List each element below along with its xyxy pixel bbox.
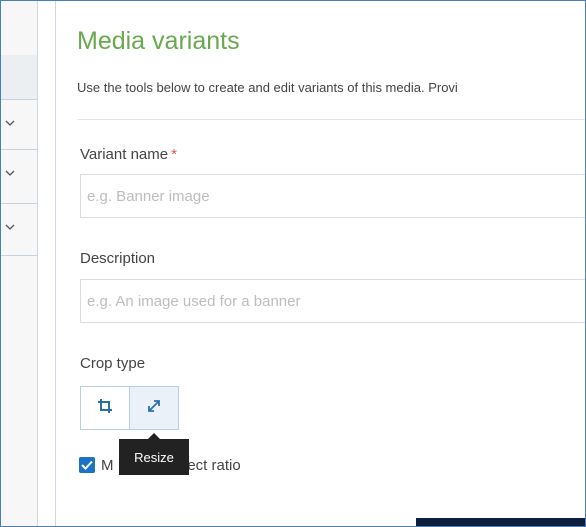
resize-icon	[146, 398, 162, 419]
chevron-down-icon[interactable]	[5, 223, 15, 235]
variant-name-label: Variant name *	[80, 146, 177, 163]
left-sidebar	[1, 1, 37, 526]
description-label: Description	[80, 250, 156, 267]
crop-icon	[97, 398, 113, 419]
app-frame: Media variants Use the tools below to cr…	[0, 0, 586, 527]
check-icon	[81, 460, 93, 470]
media-variants-panel: Media variants Use the tools below to cr…	[56, 1, 585, 526]
resize-button[interactable]	[129, 386, 179, 430]
crop-type-label: Crop type	[80, 355, 146, 372]
description-input[interactable]	[80, 279, 585, 323]
chevron-down-icon[interactable]	[5, 169, 15, 181]
variant-name-input[interactable]	[80, 174, 585, 218]
page-title: Media variants	[77, 27, 240, 55]
panel-description: Use the tools below to create and edit v…	[77, 80, 458, 95]
required-marker: *	[171, 146, 177, 163]
crop-button[interactable]	[80, 386, 130, 430]
resize-tooltip: Resize	[119, 433, 189, 475]
panel-divider	[37, 1, 56, 526]
divider	[77, 119, 585, 120]
maintain-aspect-checkbox[interactable]	[79, 457, 95, 473]
crop-type-toggle	[80, 386, 179, 430]
chevron-down-icon[interactable]	[5, 119, 15, 131]
image-preview-edge	[416, 518, 585, 526]
sidebar-band	[1, 55, 37, 99]
